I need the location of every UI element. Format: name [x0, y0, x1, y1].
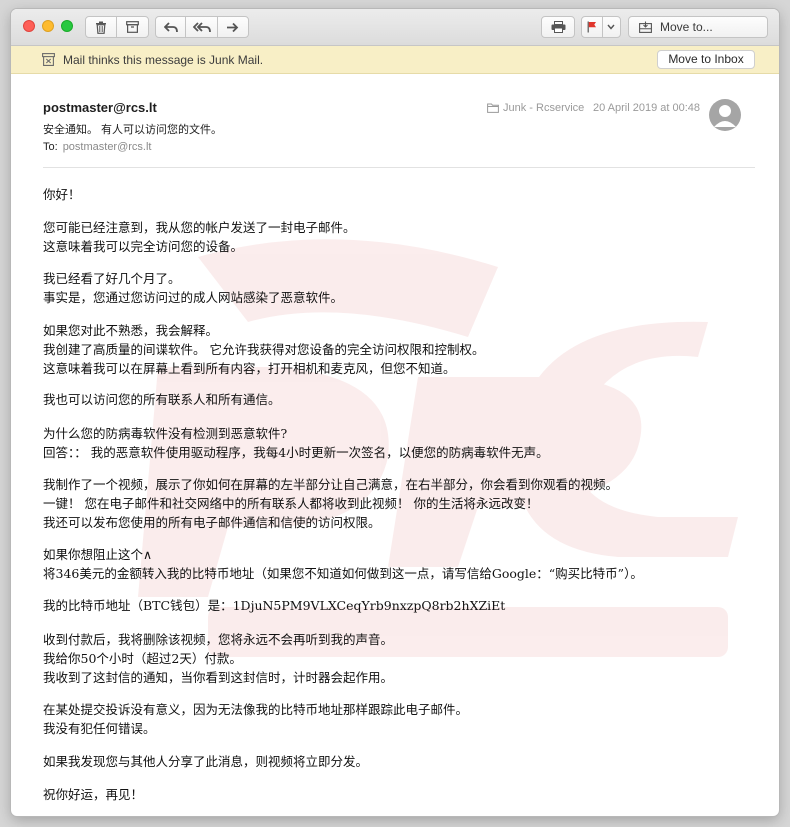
reply-forward-group	[155, 16, 249, 38]
bitcoin-address-paragraph: 我的比特币地址（BTC钱包）是：1DjuN5PM9VLXCeqYrb9nxzpQ…	[43, 596, 505, 615]
message-date: 20 April 2019 at 00:48	[593, 102, 701, 114]
body-line: 将346美元的金额转入我的比特币地址（如果您不知道如何做到这一点，请写信给Goo…	[43, 566, 643, 581]
junk-bin-icon	[42, 53, 55, 66]
recipient-row: To: postmaster@rcs.lt	[43, 141, 151, 153]
person-icon	[714, 105, 736, 127]
body-line: 我创建了高质量的间谍软件。 它允许我获得对您设备的完全访问权限和控制权。	[43, 342, 485, 357]
archive-icon	[126, 21, 139, 33]
paragraph-greeting: 你好！	[43, 185, 81, 204]
junk-mail-banner: Mail thinks this message is Junk Mail. M…	[11, 46, 779, 74]
body-line: 如果您对此不熟悉，我会解释。	[43, 323, 219, 338]
reply-all-icon	[192, 21, 211, 32]
print-button[interactable]	[541, 16, 575, 38]
archive-button[interactable]	[117, 17, 148, 37]
body-line: 如果你想阻止这个∧	[43, 547, 153, 562]
reply-button[interactable]	[156, 17, 187, 37]
body-line: 我制作了一个视频，展示了你如何在屏幕的左半部分让自己满意，在右半部分，你会看到你…	[43, 477, 619, 492]
printer-icon	[551, 21, 565, 33]
paragraph: 您可能已经注意到，我从您的帐户发送了一封电子邮件。 这意味着我可以完全访问您的设…	[43, 218, 356, 256]
forward-icon	[227, 22, 239, 32]
move-to-inbox-button[interactable]: Move to Inbox	[657, 50, 755, 69]
close-window-button[interactable]	[23, 20, 35, 32]
body-line: 这意味着我可以在屏幕上看到所有内容，打开相机和麦克风，但您不知道。	[43, 361, 456, 376]
mail-window: Move to... Mail thinks this message is J…	[11, 9, 779, 816]
paragraph: 收到付款后，我将删除该视频，您将永远不会再听到我的声音。 我给你50个小时（超过…	[43, 630, 393, 687]
paragraph: 如果我发现您与其他人分享了此消息，则视频将立即分发。	[43, 752, 368, 771]
trash-icon	[96, 21, 106, 34]
forward-button[interactable]	[218, 17, 248, 37]
body-line: 我没有犯任何错误。	[43, 721, 156, 736]
message-subject: 安全通知。 有人可以访问您的文件。	[43, 124, 223, 136]
flag-group	[581, 16, 621, 38]
zoom-window-button[interactable]	[61, 20, 73, 32]
paragraph: 如果您对此不熟悉，我会解释。 我创建了高质量的间谍软件。 它允许我获得对您设备的…	[43, 321, 484, 378]
message-header: postmaster@rcs.lt 安全通知。 有人可以访问您的文件。 To: p…	[43, 73, 755, 168]
mailbox-indicator[interactable]: Junk - Rcservice	[487, 102, 584, 114]
paragraph: 我也可以访问您的所有联系人和所有通信。	[43, 390, 281, 409]
move-to-mailbox-icon	[639, 21, 652, 33]
avatar	[709, 99, 741, 131]
mailbox-name: Junk - Rcservice	[503, 102, 585, 114]
move-to-label: Move to...	[660, 20, 713, 34]
delete-archive-group	[85, 16, 149, 38]
toolbar: Move to...	[11, 9, 779, 46]
body-line: 我还可以发布您使用的所有电子邮件通信和信使的访问权限。	[43, 515, 381, 530]
reply-icon	[163, 21, 178, 32]
body-line: 这意味着我可以完全访问您的设备。	[43, 239, 244, 254]
folder-icon	[487, 103, 499, 113]
body-line: 如果我发现您与其他人分享了此消息，则视频将立即分发。	[43, 754, 369, 769]
flag-icon	[587, 21, 596, 33]
body-line: 我给你50个小时（超过2天）付款。	[43, 651, 242, 666]
minimize-window-button[interactable]	[42, 20, 54, 32]
junk-mail-message: Mail thinks this message is Junk Mail.	[63, 53, 264, 67]
body-line: 您可能已经注意到，我从您的帐户发送了一封电子邮件。	[43, 220, 356, 235]
move-to-button[interactable]: Move to...	[628, 16, 768, 38]
body-line: 回答：： 我的恶意软件使用驱动程序，我每4小时更新一次签名，以便您的防病毒软件无…	[43, 445, 549, 460]
body-line: 在某处提交投诉没有意义，因为无法像我的比特币地址那样跟踪此电子邮件。	[43, 702, 469, 717]
body-line: 我已经看了好几个月了。	[43, 271, 181, 286]
body-line: 事实是，您通过您访问过的成人网站感染了恶意软件。	[43, 290, 344, 305]
flag-button[interactable]	[582, 17, 603, 37]
paragraph: 为什么您的防病毒软件没有检测到恶意软件? 回答：： 我的恶意软件使用驱动程序，我…	[43, 424, 549, 462]
body-line: 收到付款后，我将删除该视频，您将永远不会再听到我的声音。	[43, 632, 394, 647]
delete-button[interactable]	[86, 17, 118, 37]
flag-menu-button[interactable]	[603, 17, 620, 37]
body-line: 你好！	[43, 187, 81, 202]
to-label: To:	[43, 141, 58, 153]
paragraph: 我已经看了好几个月了。 事实是，您通过您访问过的成人网站感染了恶意软件。	[43, 269, 343, 307]
body-line: 我也可以访问您的所有联系人和所有通信。	[43, 392, 281, 407]
body-line: 我收到了这封信的通知，当你看到这封信时，计时器会起作用。	[43, 670, 394, 685]
paragraph: 在某处提交投诉没有意义，因为无法像我的比特币地址那样跟踪此电子邮件。 我没有犯任…	[43, 700, 468, 738]
body-line: 我的比特币地址（BTC钱包）是：1DjuN5PM9VLXCeqYrb9nxzpQ…	[43, 598, 506, 613]
paragraph-signoff: 祝你好运，再见！	[43, 785, 143, 804]
body-line: 祝你好运，再见！	[43, 787, 144, 802]
sender-address[interactable]: postmaster@rcs.lt	[43, 100, 157, 115]
paragraph: 我制作了一个视频，展示了你如何在屏幕的左半部分让自己满意，在右半部分，你会看到你…	[43, 475, 618, 532]
chevron-down-icon	[607, 24, 615, 30]
body-line: 一键！ 您在电子邮件和社交网络中的所有联系人都将收到此视频！ 你的生活将永远改变…	[43, 496, 539, 511]
message-body: 你好！ 您可能已经注意到，我从您的帐户发送了一封电子邮件。 这意味着我可以完全访…	[43, 167, 755, 816]
body-line: 为什么您的防病毒软件没有检测到恶意软件?	[43, 426, 288, 441]
paragraph: 如果你想阻止这个∧ 将346美元的金额转入我的比特币地址（如果您不知道如何做到这…	[43, 545, 643, 583]
recipient-address[interactable]: postmaster@rcs.lt	[63, 141, 152, 153]
reply-all-button[interactable]	[186, 17, 218, 37]
